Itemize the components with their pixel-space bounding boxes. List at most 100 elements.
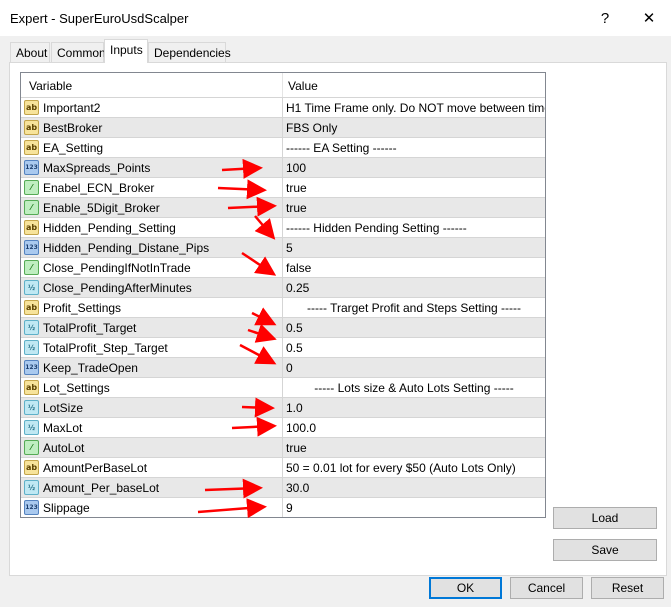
ok-button[interactable]: OK — [429, 577, 502, 599]
variable-name: TotalProfit_Step_Target — [43, 341, 168, 355]
table-row[interactable]: ⁄ Close_PendingIfNotInTrade false — [21, 257, 545, 278]
help-button[interactable]: ? — [590, 8, 620, 30]
variable-name: Hidden_Pending_Setting — [43, 221, 176, 235]
variable-value[interactable]: 100.0 — [286, 421, 316, 435]
variable-value[interactable]: ------ Hidden Pending Setting ------ — [286, 221, 467, 235]
table-row[interactable]: ½ LotSize 1.0 — [21, 397, 545, 418]
cell-divider — [282, 398, 283, 418]
variable-name: Important2 — [43, 101, 101, 115]
load-button[interactable]: Load — [553, 507, 657, 529]
header-variable[interactable]: Variable — [29, 79, 72, 93]
table-row[interactable]: 123 Slippage 9 — [21, 497, 545, 517]
table-row[interactable]: 123 Keep_TradeOpen 0 — [21, 357, 545, 378]
variable-name: MaxSpreads_Points — [43, 161, 151, 175]
variable-name: Profit_Settings — [43, 301, 122, 315]
variable-name: Lot_Settings — [43, 381, 110, 395]
double-icon: ½ — [24, 420, 39, 435]
cell-divider — [282, 98, 283, 118]
cell-divider — [282, 358, 283, 378]
grid-header: Variable Value — [21, 73, 545, 97]
header-value[interactable]: Value — [288, 79, 318, 93]
double-icon: ½ — [24, 340, 39, 355]
table-row[interactable]: ab Lot_Settings ----- Lots size & Auto L… — [21, 377, 545, 398]
cell-divider — [282, 278, 283, 298]
variable-value[interactable]: true — [286, 441, 307, 455]
variable-name: BestBroker — [43, 121, 103, 135]
reset-button[interactable]: Reset — [591, 577, 664, 599]
table-row[interactable]: ab AmountPerBaseLot 50 = 0.01 lot for ev… — [21, 457, 545, 478]
tab-common[interactable]: Common — [51, 42, 106, 62]
cell-divider — [282, 198, 283, 218]
cell-divider — [282, 438, 283, 458]
tab-inputs[interactable]: Inputs — [104, 39, 148, 63]
variable-value[interactable]: 30.0 — [286, 481, 309, 495]
table-row[interactable]: ab Profit_Settings ----- Trarget Profit … — [21, 297, 545, 318]
column-divider[interactable] — [282, 73, 283, 97]
variable-value[interactable]: 100 — [286, 161, 306, 175]
variable-value[interactable]: ------ EA Setting ------ — [286, 141, 397, 155]
string-icon: ab — [24, 120, 39, 135]
table-row[interactable]: ⁄ Enabel_ECN_Broker true — [21, 177, 545, 198]
string-icon: ab — [24, 100, 39, 115]
string-icon: ab — [24, 220, 39, 235]
variable-value[interactable]: 0 — [286, 361, 293, 375]
table-row[interactable]: 123 Hidden_Pending_Distane_Pips 5 — [21, 237, 545, 258]
variable-name: EA_Setting — [43, 141, 104, 155]
table-row[interactable]: 123 MaxSpreads_Points 100 — [21, 157, 545, 178]
double-icon: ½ — [24, 480, 39, 495]
cell-divider — [282, 178, 283, 198]
boolean-icon: ⁄ — [24, 440, 39, 455]
table-row[interactable]: ½ TotalProfit_Target 0.5 — [21, 317, 545, 338]
boolean-icon: ⁄ — [24, 260, 39, 275]
string-icon: ab — [24, 140, 39, 155]
table-row[interactable]: ½ MaxLot 100.0 — [21, 417, 545, 438]
cell-divider — [282, 318, 283, 338]
variable-value[interactable]: ----- Lots size & Auto Lots Setting ----… — [283, 381, 545, 395]
table-row[interactable]: ab EA_Setting ------ EA Setting ------ — [21, 137, 545, 158]
cell-divider — [282, 498, 283, 517]
table-row[interactable]: ⁄ Enable_5Digit_Broker true — [21, 197, 545, 218]
save-button[interactable]: Save — [553, 539, 657, 561]
integer-icon: 123 — [24, 240, 39, 255]
variable-name: TotalProfit_Target — [43, 321, 137, 335]
double-icon: ½ — [24, 280, 39, 295]
tab-about[interactable]: About — [10, 42, 50, 62]
table-row[interactable]: ab BestBroker FBS Only — [21, 117, 545, 138]
cancel-button[interactable]: Cancel — [510, 577, 583, 599]
variable-value[interactable]: 0.5 — [286, 341, 303, 355]
table-row[interactable]: ½ Amount_Per_baseLot 30.0 — [21, 477, 545, 498]
variable-value[interactable]: 9 — [286, 501, 293, 515]
cell-divider — [282, 158, 283, 178]
variable-value[interactable]: H1 Time Frame only. Do NOT move between … — [286, 101, 545, 115]
cell-divider — [282, 238, 283, 258]
cell-divider — [282, 338, 283, 358]
variable-value[interactable]: FBS Only — [286, 121, 337, 135]
variable-value[interactable]: true — [286, 181, 307, 195]
variable-value[interactable]: true — [286, 201, 307, 215]
variable-name: Close_PendingAfterMinutes — [43, 281, 192, 295]
table-row[interactable]: ⁄ AutoLot true — [21, 437, 545, 458]
variable-name: Hidden_Pending_Distane_Pips — [43, 241, 210, 255]
table-row[interactable]: ab Important2 H1 Time Frame only. Do NOT… — [21, 97, 545, 118]
variable-name: Keep_TradeOpen — [43, 361, 138, 375]
variable-value[interactable]: ----- Trarget Profit and Steps Setting -… — [283, 301, 545, 315]
variable-name: Enable_5Digit_Broker — [43, 201, 160, 215]
close-button[interactable]: ✕ — [634, 8, 664, 30]
double-icon: ½ — [24, 400, 39, 415]
variable-value[interactable]: 1.0 — [286, 401, 303, 415]
table-row[interactable]: ab Hidden_Pending_Setting ------ Hidden … — [21, 217, 545, 238]
tab-dependencies[interactable]: Dependencies — [148, 42, 231, 62]
variable-value[interactable]: false — [286, 261, 311, 275]
table-row[interactable]: ½ Close_PendingAfterMinutes 0.25 — [21, 277, 545, 298]
boolean-icon: ⁄ — [24, 180, 39, 195]
table-row[interactable]: ½ TotalProfit_Step_Target 0.5 — [21, 337, 545, 358]
variable-value[interactable]: 50 = 0.01 lot for every $50 (Auto Lots O… — [286, 461, 516, 475]
integer-icon: 123 — [24, 360, 39, 375]
string-icon: ab — [24, 300, 39, 315]
integer-icon: 123 — [24, 500, 39, 515]
title-bar: Expert - SuperEuroUsdScalper ? ✕ — [0, 0, 671, 36]
window-title: Expert - SuperEuroUsdScalper — [10, 11, 189, 26]
variable-value[interactable]: 5 — [286, 241, 293, 255]
variable-value[interactable]: 0.5 — [286, 321, 303, 335]
variable-value[interactable]: 0.25 — [286, 281, 309, 295]
